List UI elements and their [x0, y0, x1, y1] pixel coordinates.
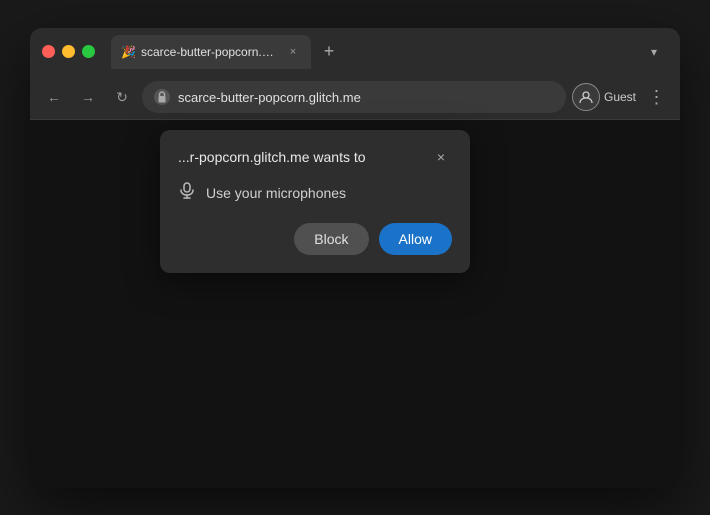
address-bar[interactable]: scarce-butter-popcorn.glitch.me	[142, 81, 566, 113]
tab-favicon-icon: 🎉	[121, 45, 135, 59]
close-button[interactable]	[42, 45, 55, 58]
maximize-button[interactable]	[82, 45, 95, 58]
url-text: scarce-butter-popcorn.glitch.me	[178, 90, 554, 105]
active-tab[interactable]: 🎉 scarce-butter-popcorn.glitch ×	[111, 35, 311, 69]
permission-row: Use your microphones	[178, 182, 452, 205]
minimize-button[interactable]	[62, 45, 75, 58]
refresh-button[interactable]: ↻	[108, 83, 136, 111]
new-tab-button[interactable]: +	[315, 38, 343, 66]
address-bar-row: ← → ↻ scarce-butter-popcorn.glitch.me Gu…	[30, 76, 680, 120]
forward-button[interactable]: →	[74, 83, 102, 111]
profile-area: Guest	[572, 83, 636, 111]
profile-button[interactable]	[572, 83, 600, 111]
block-button[interactable]: Block	[294, 223, 368, 255]
browser-content: ...r-popcorn.glitch.me wants to × Use yo…	[30, 120, 680, 488]
browser-window: 🎉 scarce-butter-popcorn.glitch × + ▾ ← →…	[30, 28, 680, 488]
permission-popup: ...r-popcorn.glitch.me wants to × Use yo…	[160, 130, 470, 273]
popup-close-button[interactable]: ×	[430, 146, 452, 168]
more-options-button[interactable]: ⋮	[642, 83, 670, 111]
tab-close-icon[interactable]: ×	[285, 44, 301, 60]
popup-header: ...r-popcorn.glitch.me wants to ×	[178, 146, 452, 168]
permission-text: Use your microphones	[206, 185, 346, 201]
tab-bar: 🎉 scarce-butter-popcorn.glitch × +	[111, 35, 632, 69]
microphone-icon	[178, 182, 196, 205]
tab-title: scarce-butter-popcorn.glitch	[141, 45, 279, 59]
traffic-lights	[42, 45, 95, 58]
title-bar: 🎉 scarce-butter-popcorn.glitch × + ▾	[30, 28, 680, 76]
popup-actions: Block Allow	[178, 223, 452, 255]
allow-button[interactable]: Allow	[379, 223, 452, 255]
guest-label: Guest	[604, 90, 636, 104]
site-security-icon	[154, 89, 170, 105]
back-button[interactable]: ←	[40, 83, 68, 111]
tab-dropdown-button[interactable]: ▾	[640, 38, 668, 66]
popup-title: ...r-popcorn.glitch.me wants to	[178, 149, 366, 165]
